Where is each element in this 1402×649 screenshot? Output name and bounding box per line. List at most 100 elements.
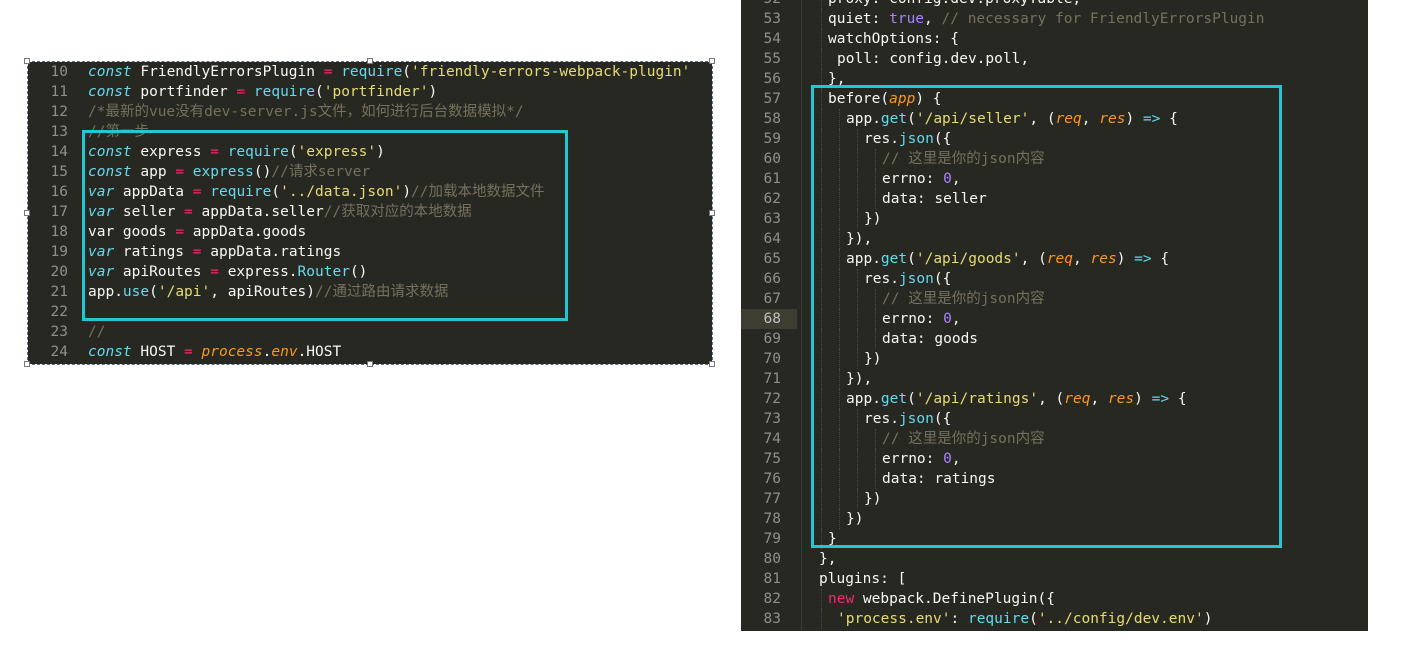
code-token: ,	[924, 11, 942, 27]
code-line[interactable]: 54 watchOptions: {	[741, 29, 1368, 49]
line-number: 23	[50, 324, 68, 340]
line-number: 13	[50, 124, 68, 140]
indent-guide	[821, 609, 823, 629]
indent-guide	[821, 49, 823, 69]
code-line[interactable]: 11 const portfinder = require('portfinder…	[28, 82, 712, 102]
line-number: 79	[763, 531, 781, 547]
line-number: 80	[763, 551, 781, 567]
code-token: // necessary for FriendlyErrorsPlugin	[941, 11, 1265, 27]
selection-handle-top-right[interactable]	[709, 58, 715, 64]
line-number: 75	[763, 451, 781, 467]
left-highlight-box	[82, 130, 568, 321]
selection-handle-bottom-center[interactable]	[367, 361, 373, 367]
code-line[interactable]: 83 'process.env': require('../config/dev.…	[741, 609, 1368, 629]
line-number: 19	[50, 244, 68, 260]
line-number: 18	[50, 224, 68, 240]
code-text: const FriendlyErrorsPlugin = require('fr…	[88, 62, 690, 82]
selection-handle-bottom-left[interactable]	[24, 361, 30, 367]
code-token: '../config/dev.env'	[1037, 611, 1204, 627]
selection-handle-top-center[interactable]	[367, 58, 373, 64]
selection-handle-bottom-right[interactable]	[709, 361, 715, 367]
code-token: },	[819, 551, 837, 567]
line-number: 55	[763, 51, 781, 67]
code-token: :	[950, 611, 968, 627]
selection-handle-top-left[interactable]	[24, 58, 30, 64]
line-number: 71	[763, 371, 781, 387]
code-line[interactable]: 23 //	[28, 322, 712, 342]
line-number: 64	[763, 231, 781, 247]
line-number: 67	[763, 291, 781, 307]
code-text: new webpack.DefinePlugin({	[828, 589, 1055, 609]
line-number: 65	[763, 251, 781, 267]
code-text: const HOST = process.env.HOST	[88, 342, 341, 362]
line-number: 69	[763, 331, 781, 347]
line-number: 82	[763, 591, 781, 607]
code-line[interactable]: 81 plugins: [	[741, 569, 1368, 589]
code-token: new	[828, 591, 855, 607]
code-line[interactable]: 10 const FriendlyErrorsPlugin = require('…	[28, 62, 712, 82]
selection-handle-middle-left[interactable]	[24, 210, 30, 216]
code-token: HOST	[131, 344, 185, 360]
code-line[interactable]: 82 new webpack.DefinePlugin({	[741, 589, 1368, 609]
selection-handle-middle-right[interactable]	[709, 210, 715, 216]
code-text: plugins: [	[819, 569, 906, 589]
line-number: 72	[763, 391, 781, 407]
code-token: .HOST	[297, 344, 342, 360]
code-line[interactable]: 12 /*最新的vue没有dev-server.js文件，如何进行后台数据模拟*/	[28, 102, 712, 122]
code-text: quiet: true, // necessary for FriendlyEr…	[828, 9, 1265, 29]
line-number: 54	[763, 31, 781, 47]
line-number: 16	[50, 184, 68, 200]
line-number: 11	[50, 84, 68, 100]
code-line[interactable]: 52 proxy: config.dev.proxyTable,	[741, 0, 1368, 9]
code-text: /*最新的vue没有dev-server.js文件，如何进行后台数据模拟*/	[88, 102, 524, 122]
line-number: 20	[50, 264, 68, 280]
code-token: require	[253, 84, 315, 100]
code-text: 'process.env': require('../config/dev.en…	[837, 609, 1212, 629]
line-number: 63	[763, 211, 781, 227]
indent-guide	[821, 9, 823, 29]
indent-guide	[821, 0, 823, 9]
code-token: env	[271, 344, 298, 360]
code-token: const	[88, 84, 132, 100]
code-line[interactable]: 55 poll: config.dev.poll,	[741, 49, 1368, 69]
line-number: 78	[763, 511, 781, 527]
code-text: watchOptions: {	[828, 29, 959, 49]
code-text: poll: config.dev.poll,	[837, 49, 1029, 69]
code-line[interactable]: 24 const HOST = process.env.HOST	[28, 342, 712, 362]
line-number: 17	[50, 204, 68, 220]
line-number: 74	[763, 431, 781, 447]
code-token: process	[201, 344, 263, 360]
code-token: //	[88, 324, 106, 340]
line-number: 83	[763, 611, 781, 627]
code-token: (	[315, 84, 324, 100]
code-token: quiet:	[828, 11, 890, 27]
code-line[interactable]: 53 quiet: true, // necessary for Friendly…	[741, 9, 1368, 29]
line-number: 66	[763, 271, 781, 287]
line-number: 58	[763, 111, 781, 127]
line-number: 76	[763, 471, 781, 487]
code-token: require	[341, 64, 403, 80]
code-token: const	[88, 64, 132, 80]
code-text: },	[819, 549, 836, 569]
code-token: )	[428, 84, 438, 100]
line-number: 61	[763, 171, 781, 187]
code-token: require	[967, 611, 1030, 627]
line-number: 73	[763, 411, 781, 427]
code-token: /*最新的vue没有dev-server.js文件，如何进行后台数据模拟*/	[88, 104, 524, 120]
line-number: 24	[50, 344, 68, 360]
code-line[interactable]: 80},	[741, 549, 1368, 569]
indent-guide	[821, 589, 823, 609]
code-token: webpack.DefinePlugin({	[854, 591, 1055, 607]
code-token: portfinder	[131, 84, 237, 100]
line-number: 56	[763, 71, 781, 87]
line-number: 12	[50, 104, 68, 120]
code-token: watchOptions: {	[828, 31, 959, 47]
code-token: proxy: config.dev.proxyTable,	[828, 0, 1081, 7]
code-token: 'process.env'	[837, 611, 951, 627]
code-token: =	[236, 84, 246, 100]
code-token: (	[402, 64, 412, 80]
line-number: 21	[50, 284, 68, 300]
line-number: 62	[763, 191, 781, 207]
